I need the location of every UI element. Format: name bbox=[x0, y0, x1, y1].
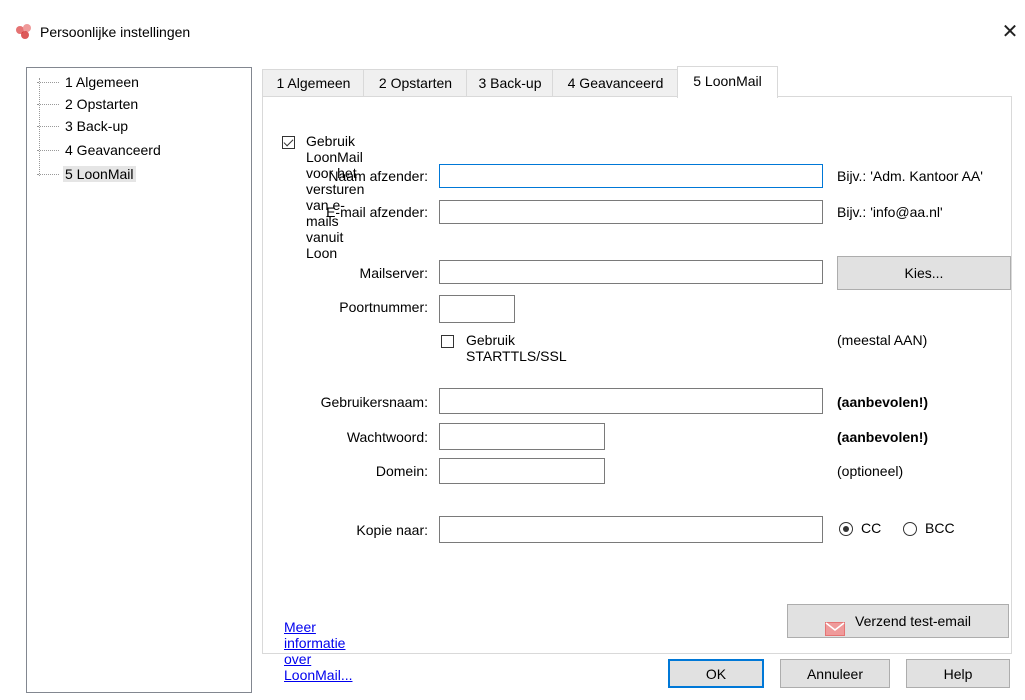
bcc-label: BCC bbox=[925, 520, 955, 536]
sender-name-hint: Bijv.: 'Adm. Kantoor AA' bbox=[837, 168, 983, 184]
choose-mailserver-button[interactable]: Kies... bbox=[837, 256, 1011, 290]
mailserver-field[interactable] bbox=[439, 260, 823, 284]
domain-label: Domein: bbox=[375, 463, 428, 479]
port-field[interactable] bbox=[439, 295, 515, 323]
username-field[interactable] bbox=[439, 388, 823, 414]
tab-opstarten[interactable]: 2 Opstarten bbox=[363, 69, 468, 97]
starttls-checkbox[interactable] bbox=[441, 335, 454, 348]
window-title: Persoonlijke instellingen bbox=[40, 24, 191, 40]
tab-back-up[interactable]: 3 Back-up bbox=[466, 69, 554, 97]
port-label: Poortnummer: bbox=[339, 299, 428, 315]
starttls-label: Gebruik STARTTLS/SSL bbox=[466, 332, 567, 364]
send-test-email-label: Verzend test-email bbox=[855, 613, 971, 629]
password-label: Wachtwoord: bbox=[346, 429, 428, 445]
app-icon bbox=[14, 23, 34, 41]
domain-hint: (optioneel) bbox=[837, 463, 904, 479]
tree-item-label: 5 LoonMail bbox=[63, 166, 136, 182]
tree-item-geavanceerd[interactable]: 4 Geavanceerd bbox=[37, 140, 163, 160]
sender-email-field[interactable] bbox=[439, 200, 823, 224]
cc-radio[interactable] bbox=[839, 522, 853, 536]
copy-to-label: Kopie naar: bbox=[356, 522, 428, 538]
sender-name-field[interactable] bbox=[439, 164, 823, 188]
password-field[interactable] bbox=[439, 423, 605, 450]
tab-algemeen[interactable]: 1 Algemeen bbox=[262, 69, 365, 97]
username-input[interactable] bbox=[440, 389, 822, 413]
sender-name-label: Naam afzender: bbox=[328, 168, 428, 184]
settings-tree: 1 Algemeen 2 Opstarten 3 Back-up 4 Geava… bbox=[26, 67, 252, 693]
tree-item-label: 3 Back-up bbox=[65, 118, 129, 134]
tree-item-algemeen[interactable]: 1 Algemeen bbox=[37, 72, 141, 92]
help-button[interactable]: Help bbox=[906, 659, 1010, 688]
copy-to-input[interactable] bbox=[440, 517, 822, 542]
starttls-hint: (meestal AAN) bbox=[837, 332, 928, 348]
use-loonmail-checkbox[interactable] bbox=[282, 136, 295, 149]
use-loonmail-label: Gebruik LoonMail voor het versturen van … bbox=[306, 133, 365, 261]
tab-geavanceerd[interactable]: 4 Geavanceerd bbox=[552, 69, 679, 97]
tree-item-loonmail[interactable]: 5 LoonMail bbox=[37, 164, 136, 184]
loonmail-info-link[interactable]: Meer informatie over LoonMail... bbox=[284, 619, 352, 683]
cc-label: CC bbox=[861, 520, 882, 536]
password-hint: (aanbevolen!) bbox=[837, 429, 929, 445]
tree-item-label: 1 Algemeen bbox=[65, 74, 139, 90]
username-hint: (aanbevolen!) bbox=[837, 394, 929, 410]
bcc-radio[interactable] bbox=[903, 522, 917, 536]
port-input[interactable] bbox=[440, 296, 514, 322]
sender-email-hint: Bijv.: 'info@aa.nl' bbox=[837, 204, 943, 220]
domain-input[interactable] bbox=[440, 459, 604, 483]
sender-email-input[interactable] bbox=[440, 201, 822, 223]
sender-name-input[interactable] bbox=[440, 165, 822, 187]
mailserver-input[interactable] bbox=[440, 261, 822, 283]
cancel-button[interactable]: Annuleer bbox=[780, 659, 890, 688]
copy-to-field[interactable] bbox=[439, 516, 823, 543]
tree-item-opstarten[interactable]: 2 Opstarten bbox=[37, 94, 140, 114]
sender-email-label: E-mail afzender: bbox=[326, 204, 428, 220]
tree-item-label: 2 Opstarten bbox=[65, 96, 139, 112]
close-icon[interactable]: ✕ bbox=[995, 14, 1025, 50]
domain-field[interactable] bbox=[439, 458, 605, 484]
username-label: Gebruikersnaam: bbox=[320, 394, 428, 410]
tree-item-back-up[interactable]: 3 Back-up bbox=[37, 116, 130, 136]
send-test-email-button[interactable]: Verzend test-email bbox=[787, 604, 1009, 638]
ok-button[interactable]: OK bbox=[668, 659, 764, 688]
envelope-icon bbox=[825, 615, 846, 637]
tree-item-label: 4 Geavanceerd bbox=[65, 142, 161, 158]
password-input[interactable] bbox=[440, 424, 604, 449]
mailserver-label: Mailserver: bbox=[359, 265, 428, 281]
tab-loonmail[interactable]: 5 LoonMail bbox=[677, 66, 778, 98]
